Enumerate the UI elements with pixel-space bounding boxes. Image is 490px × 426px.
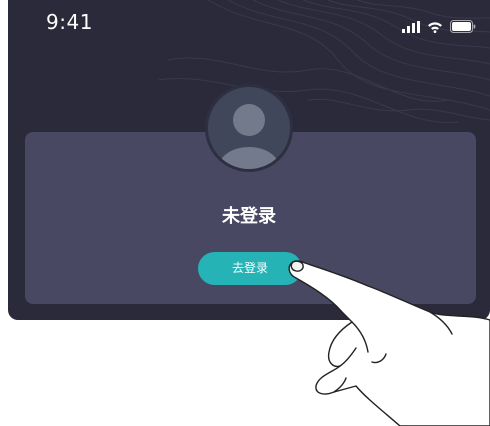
username-label: 未登录	[222, 206, 276, 227]
status-bar: 9:41	[8, 0, 490, 44]
login-button[interactable]: 去登录	[198, 252, 302, 285]
status-time: 9:41	[46, 10, 93, 34]
wifi-icon	[428, 21, 442, 33]
status-icons	[402, 20, 476, 33]
signal-icon	[402, 20, 420, 33]
user-avatar-icon[interactable]	[205, 84, 293, 172]
battery-icon	[450, 20, 476, 33]
phone-screen: 9:41 未登录 去登录	[8, 0, 490, 320]
